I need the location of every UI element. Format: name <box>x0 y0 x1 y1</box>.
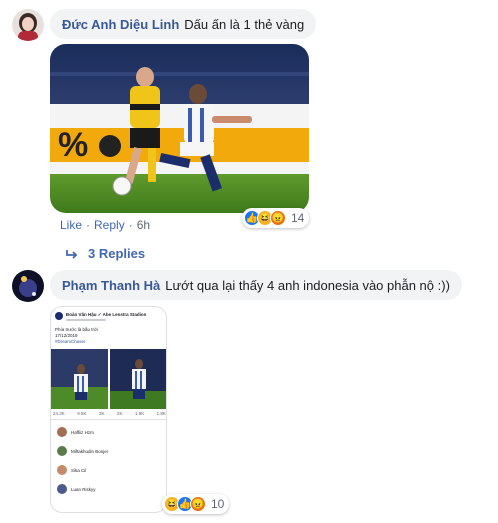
reactor-avatar <box>57 446 67 456</box>
replies-label: 3 Replies <box>88 246 146 261</box>
reactor-avatar <box>57 427 67 437</box>
reactor-avatar <box>57 484 67 494</box>
reply-arrow-icon <box>66 249 78 259</box>
comment-actions: Like · Reply · 6h <box>60 218 151 232</box>
reactor-name: Miftakhudin Bonjer <box>71 449 109 454</box>
ss-post-text: Phía trước là bầu trời <box>55 327 98 332</box>
comment-author[interactable]: Phạm Thanh Hà <box>62 278 160 293</box>
comment-text: Dấu ấn là 1 thẻ vàng <box>184 16 305 32</box>
comment-bubble: Phạm Thanh Hà Lướt qua lại thấy 4 anh in… <box>50 270 462 300</box>
comment-bubble: Đức Anh Diệu Linh Dấu ấn là 1 thẻ vàng <box>50 9 317 39</box>
comment-screenshot[interactable]: Đoàn Văn Hậu ✓ Abe Lenstra Stadion Phía … <box>50 306 167 513</box>
reaction-count: 10 <box>211 497 225 511</box>
reactor-name: Luan Riskyy <box>71 487 96 492</box>
avatar[interactable] <box>12 9 44 41</box>
comment-photo[interactable]: % <box>50 44 309 213</box>
angry-icon: 😠 <box>190 496 206 512</box>
reaction-summary[interactable]: 😆 👍 😠 10 <box>162 494 230 514</box>
angry-icon: 😠 <box>270 210 286 226</box>
reaction-summary[interactable]: 👍 😆 😠 14 <box>242 208 310 228</box>
page-avatar <box>55 312 63 320</box>
reactor-name: Haffiiz Hzm <box>71 430 94 435</box>
like-link[interactable]: Like <box>60 218 82 232</box>
reactor-avatar <box>57 465 67 475</box>
ss-hashtag: #DreamChaser <box>55 339 86 344</box>
comment-text: Lướt qua lại thấy 4 anh indonesia vào ph… <box>165 277 450 293</box>
comment-author[interactable]: Đức Anh Diệu Linh <box>62 17 179 32</box>
sponsor-text: % <box>58 126 88 164</box>
ss-stats-bar: 24.3K 9.8K 3K 2K 1.9K 1.8K <box>53 411 166 416</box>
ss-date: 17/12/2019 <box>55 333 78 338</box>
ss-page-name: Đoàn Văn Hậu ✓ Abe Lenstra Stadion <box>66 312 147 317</box>
reply-link[interactable]: Reply <box>94 218 125 232</box>
reaction-count: 14 <box>291 211 305 225</box>
reactor-name: Sika Cil <box>71 468 87 473</box>
ss-photos <box>51 349 166 409</box>
avatar[interactable] <box>12 270 44 302</box>
timestamp[interactable]: 6h <box>137 218 150 232</box>
view-replies[interactable]: 3 Replies <box>66 246 145 261</box>
